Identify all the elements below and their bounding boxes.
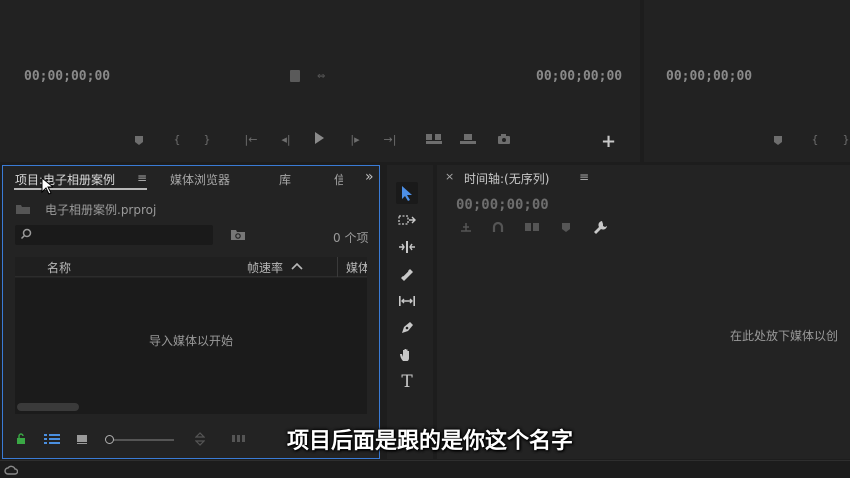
search-field[interactable] [15, 225, 213, 245]
insert-icon[interactable] [425, 133, 442, 145]
program-mark-in-icon[interactable]: { [808, 133, 822, 147]
status-bar [0, 460, 850, 478]
horizontal-scrollbar[interactable] [17, 403, 79, 411]
source-timecode-out[interactable]: 00;00;00;00 [536, 69, 622, 84]
project-panel: 项目:电子相册案例 ≡ 媒体浏览器 库 信 » 电子相册案例.prproj 0 … [2, 165, 380, 459]
zoom-slider-handle[interactable] [105, 435, 114, 444]
add-marker-icon[interactable] [133, 134, 147, 146]
project-bin-icon [15, 203, 31, 215]
column-header-row: 名称 帧速率 媒体 [15, 257, 367, 277]
add-button[interactable]: + [601, 131, 616, 152]
active-tab-underline [14, 188, 147, 190]
monitor-settings-icon[interactable] [290, 70, 300, 82]
go-to-out-icon[interactable]: →| [383, 133, 397, 147]
timeline-title[interactable]: 时间轴:(无序列) [464, 170, 549, 187]
column-framerate[interactable]: 帧速率 [247, 259, 283, 276]
program-mark-out-icon[interactable]: } [839, 133, 850, 147]
column-media[interactable]: 媒体 [346, 259, 367, 276]
overwrite-icon[interactable] [459, 133, 476, 145]
sort-ascending-icon[interactable] [291, 262, 303, 270]
selection-tool-icon[interactable] [396, 182, 418, 204]
project-panel-menu-icon[interactable]: ≡ [137, 171, 147, 185]
slip-tool-icon[interactable] [396, 290, 418, 312]
go-to-in-icon[interactable]: |← [244, 133, 258, 147]
search-icon [20, 228, 32, 240]
timeline-add-marker-icon[interactable] [561, 222, 571, 233]
timeline-settings-wrench-icon[interactable] [593, 220, 607, 234]
nest-sequence-icon[interactable] [459, 221, 473, 233]
list-view-icon[interactable] [44, 434, 60, 445]
mark-in-icon[interactable]: { [170, 133, 184, 147]
step-back-icon[interactable]: ◂| [279, 133, 293, 147]
play-icon[interactable] [313, 131, 327, 145]
mark-out-icon[interactable]: } [200, 133, 214, 147]
source-monitor: 00;00;00;00 ⇔ 00;00;00;00 { } |← ◂| |▸ →… [0, 0, 640, 162]
pen-tool-icon[interactable] [396, 317, 418, 339]
program-monitor: 00;00;00;00 { } [644, 0, 850, 162]
creative-cloud-icon[interactable] [4, 464, 18, 476]
new-search-bin-icon[interactable] [230, 228, 246, 241]
tab-project[interactable]: 项目:电子相册案例 [15, 171, 115, 188]
column-name[interactable]: 名称 [47, 259, 71, 276]
hand-tool-icon[interactable] [396, 344, 418, 366]
track-select-tool-icon[interactable] [396, 209, 418, 231]
icon-view-icon[interactable] [76, 434, 88, 444]
mouse-cursor-icon [41, 177, 53, 195]
video-subtitle: 项目后面是跟的是你这个名字 [286, 429, 573, 454]
item-count: 0 个项 [333, 231, 369, 245]
snap-icon[interactable] [492, 221, 504, 233]
source-timecode-in[interactable]: 00;00;00;00 [24, 69, 110, 84]
lock-icon[interactable] [16, 433, 26, 445]
razor-tool-icon[interactable] [396, 263, 418, 285]
program-timecode[interactable]: 00;00;00;00 [666, 69, 752, 84]
insert-overlay-icon[interactable]: ⇔ [317, 71, 325, 82]
tab-info[interactable]: 信 [334, 171, 343, 188]
timeline-timecode[interactable]: 00;00;00;00 [456, 197, 549, 213]
linked-selection-icon[interactable] [524, 221, 540, 233]
zoom-slider[interactable] [105, 435, 174, 444]
empty-hint: 导入媒体以开始 [148, 334, 233, 348]
step-forward-icon[interactable]: |▸ [348, 133, 362, 147]
tab-media-browser[interactable]: 媒体浏览器 [170, 171, 230, 188]
program-add-marker-icon[interactable] [772, 134, 786, 146]
timeline-drop-hint: 在此处放下媒体以创 [730, 329, 839, 343]
timeline-menu-icon[interactable]: ≡ [579, 170, 589, 184]
ripple-edit-tool-icon[interactable] [396, 236, 418, 258]
type-tool-icon[interactable]: T [396, 371, 418, 393]
project-list[interactable]: 导入媒体以开始 [15, 278, 367, 414]
tab-library[interactable]: 库 [279, 171, 291, 188]
panel-overflow-icon[interactable]: » [365, 169, 374, 185]
project-file-name: 电子相册案例.prproj [45, 203, 157, 217]
timeline-panel: × 时间轴:(无序列) ≡ 00;00;00;00 在此处放下媒体以创 [437, 165, 850, 459]
export-frame-icon[interactable] [497, 133, 511, 145]
sort-icons-icon[interactable] [195, 432, 205, 446]
search-input[interactable] [35, 227, 205, 243]
timeline-close-button[interactable]: × [445, 170, 454, 183]
column-divider[interactable] [337, 257, 338, 277]
